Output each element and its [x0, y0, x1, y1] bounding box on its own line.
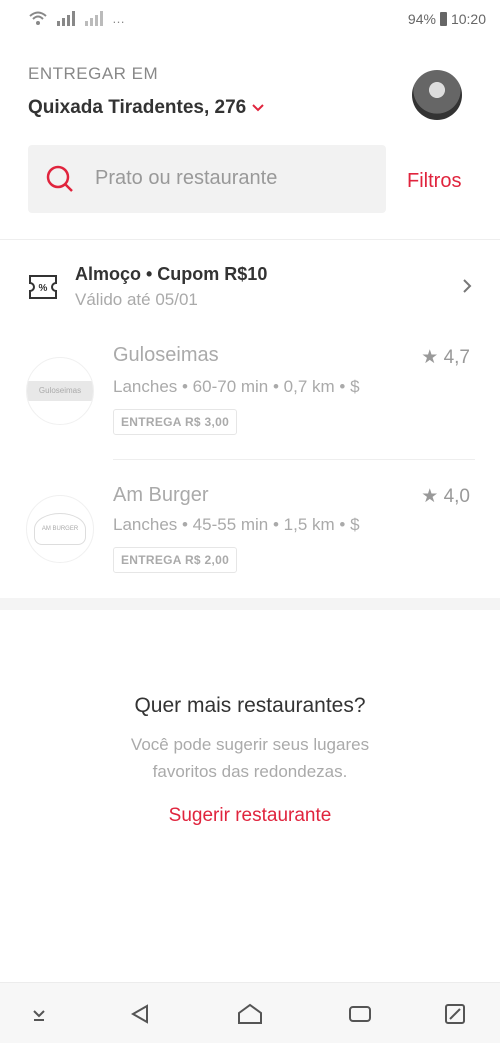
delivery-fee-badge: ENTREGA R$ 3,00	[113, 409, 238, 435]
restaurant-rating: ★ 4,7	[421, 347, 470, 368]
down-arrow-icon	[33, 1010, 45, 1021]
section-divider	[0, 598, 500, 610]
coupon-subtitle: Válido até 05/01	[75, 290, 198, 309]
wifi-icon	[29, 11, 47, 25]
divider	[0, 239, 500, 240]
home-icon	[238, 1003, 262, 1024]
restaurant-meta: Lanches • 60-70 min • 0,7 km • $	[113, 377, 360, 396]
more-restaurants-description: Você pode sugerir seus lugares favoritos…	[0, 731, 500, 785]
restaurant-rating: ★ 4,0	[421, 486, 470, 507]
divider	[113, 459, 475, 460]
restaurant-card-guloseimas[interactable]: Guloseimas Guloseimas ★ 4,7 Lanches • 60…	[0, 330, 500, 460]
filters-button[interactable]: Filtros	[407, 170, 461, 193]
suggest-restaurant-button[interactable]: Sugerir restaurante	[0, 805, 500, 827]
expand-button[interactable]	[440, 999, 470, 1029]
coupon-banner[interactable]: % Almoço • Cupom R$10 Válido até 05/01	[28, 262, 472, 312]
search-input[interactable]: Prato ou restaurante	[28, 145, 386, 213]
chevron-down-icon	[252, 104, 264, 112]
signal-icon	[57, 11, 75, 26]
restaurant-name: Am Burger	[113, 484, 209, 506]
deliver-label: ENTREGAR EM	[28, 64, 159, 83]
restaurant-card-am-burger[interactable]: AM BURGER Am Burger ★ 4,0 Lanches • 45-5…	[0, 470, 500, 600]
status-icons-right: 94% 10:20	[408, 11, 486, 27]
restaurant-logo: AM BURGER	[26, 495, 94, 563]
coupon-title: Almoço • Cupom R$10	[75, 264, 268, 284]
back-button[interactable]	[125, 999, 155, 1029]
system-nav-bar	[0, 982, 500, 1043]
expand-icon	[445, 1004, 465, 1024]
restaurant-meta: Lanches • 45-55 min • 1,5 km • $	[113, 515, 360, 534]
svg-text:%: %	[39, 283, 48, 294]
avatar[interactable]	[412, 70, 462, 120]
restaurant-logo-text: Guloseimas	[27, 381, 93, 401]
clock: 10:20	[450, 11, 486, 27]
delivery-fee-badge: ENTREGA R$ 2,00	[113, 547, 238, 573]
battery-percent: 94%	[407, 11, 436, 27]
address-text: Quixada Tiradentes, 276	[28, 97, 247, 118]
down-arrow-button[interactable]	[24, 999, 54, 1029]
more-restaurants-title: Quer mais restaurantes?	[134, 694, 366, 717]
search-icon	[46, 165, 73, 192]
description-line: favoritos das redondezas.	[152, 762, 348, 781]
notifications-more: …	[112, 10, 125, 26]
signal-icon	[85, 11, 103, 26]
recents-button[interactable]	[345, 999, 375, 1029]
status-icons-left: …	[28, 10, 125, 26]
coupon-icon: %	[29, 275, 57, 299]
restaurant-logo: Guloseimas	[26, 357, 94, 425]
home-button[interactable]	[235, 999, 265, 1029]
search-placeholder: Prato ou restaurante	[95, 167, 278, 189]
status-bar: … 94% 10:20	[0, 0, 500, 40]
description-line: Você pode sugerir seus lugares	[130, 735, 370, 754]
battery-icon	[439, 12, 447, 26]
recents-icon	[349, 1006, 371, 1022]
chevron-right-icon	[463, 279, 472, 293]
restaurant-name: Guloseimas	[113, 344, 219, 366]
restaurant-logo-text: AM BURGER	[34, 513, 86, 545]
address-selector[interactable]: Quixada Tiradentes, 276	[28, 97, 264, 119]
back-icon	[130, 1004, 148, 1024]
